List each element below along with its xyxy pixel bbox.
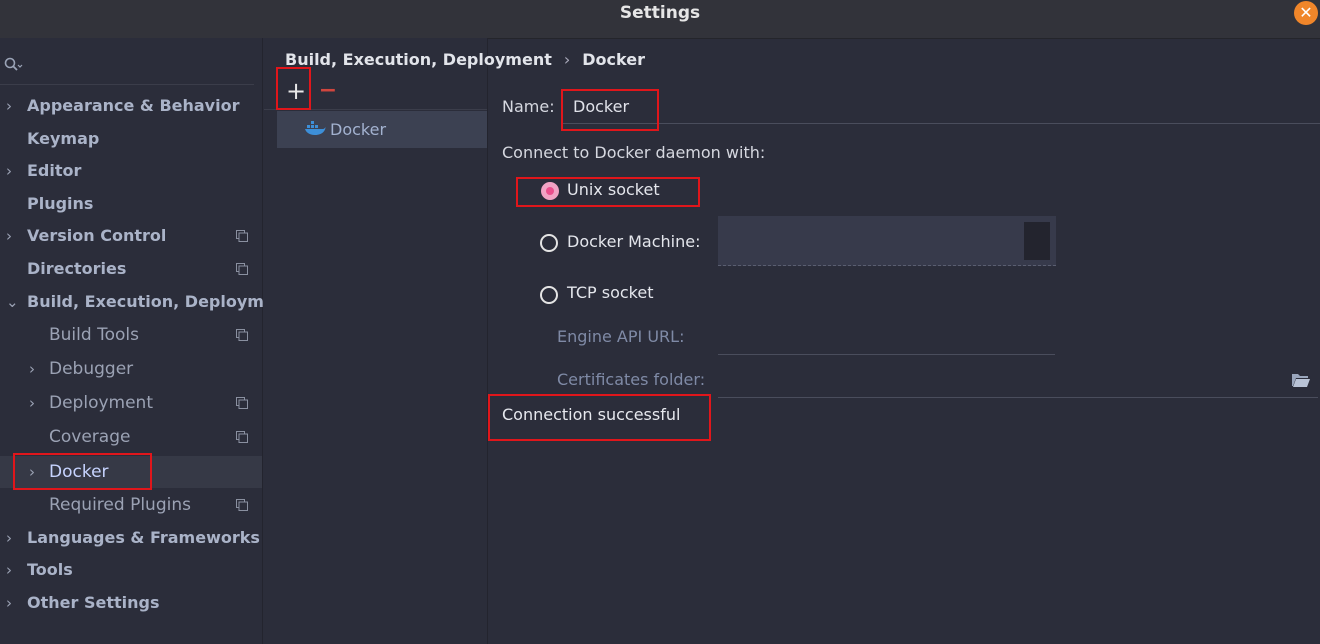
sidebar-item-build-tools[interactable]: Build Tools <box>0 320 262 350</box>
sidebar-item-label: Plugins <box>27 194 94 213</box>
breadcrumb-parent[interactable]: Build, Execution, Deployment <box>285 50 552 69</box>
sidebar-item-editor[interactable]: › Editor <box>0 156 262 186</box>
title-bar: Settings ✕ <box>0 0 1320 39</box>
tcp-socket-label[interactable]: TCP socket <box>567 283 653 302</box>
sidebar-item-label: Other Settings <box>27 593 160 612</box>
sidebar-item-other-settings[interactable]: › Other Settings <box>0 588 262 618</box>
sidebar-item-version-control[interactable]: › Version Control <box>0 221 262 251</box>
sidebar-item-build-execution-deployment[interactable]: ⌄ Build, Execution, Deployment <box>0 287 294 317</box>
sidebar-item-coverage[interactable]: Coverage <box>0 422 262 452</box>
certificates-folder-input[interactable] <box>718 365 1318 398</box>
highlight-box-status <box>488 394 711 441</box>
close-button[interactable]: ✕ <box>1294 1 1318 25</box>
tcp-socket-radio[interactable] <box>540 286 558 304</box>
highlight-box-docker <box>13 453 152 490</box>
engine-api-url-label: Engine API URL: <box>557 327 685 346</box>
project-settings-icon <box>236 431 248 443</box>
sidebar-item-label: Deployment <box>49 393 153 413</box>
sidebar-item-label: Version Control <box>27 226 167 245</box>
sidebar-item-deployment[interactable]: › Deployment <box>0 388 262 418</box>
sidebar-item-keymap[interactable]: Keymap <box>0 124 262 154</box>
window-title: Settings <box>619 3 701 23</box>
docker-machine-label[interactable]: Docker Machine: <box>567 232 700 251</box>
highlight-box-unix-socket <box>516 177 700 207</box>
breadcrumb: Build, Execution, Deployment › Docker <box>285 48 645 72</box>
highlight-box-name <box>561 89 659 131</box>
breadcrumb-separator: › <box>563 50 571 69</box>
chevron-right-icon: › <box>6 162 12 180</box>
settings-sidebar: › Appearance & Behavior Keymap › Editor … <box>0 38 294 644</box>
sidebar-item-tools[interactable]: › Tools <box>0 555 262 585</box>
chevron-right-icon: › <box>6 227 12 245</box>
project-settings-icon <box>236 499 248 511</box>
sidebar-item-label: Editor <box>27 161 82 180</box>
chevron-right-icon: › <box>6 97 12 115</box>
docker-machine-dropdown-button[interactable] <box>1024 222 1050 260</box>
sidebar-item-label: Keymap <box>27 129 100 148</box>
folder-icon[interactable] <box>1291 372 1311 388</box>
sidebar-item-label: Build, Execution, Deployment <box>27 292 294 311</box>
sidebar-item-required-plugins[interactable]: Required Plugins <box>0 490 262 520</box>
certificates-folder-label: Certificates folder: <box>557 370 706 389</box>
chevron-down-icon: ⌄ <box>6 293 19 311</box>
project-settings-icon <box>236 329 248 341</box>
close-icon: ✕ <box>1299 3 1313 22</box>
sidebar-item-label: Required Plugins <box>49 495 191 515</box>
server-list-item-label: Docker <box>330 120 387 139</box>
search-field[interactable] <box>0 48 254 85</box>
search-icon <box>4 57 23 71</box>
sidebar-item-label: Debugger <box>49 359 134 379</box>
chevron-right-icon: › <box>6 594 12 612</box>
project-settings-icon <box>236 397 248 409</box>
sidebar-item-label: Directories <box>27 259 127 278</box>
docker-icon <box>305 121 326 135</box>
sidebar-item-plugins[interactable]: Plugins <box>0 189 262 219</box>
chevron-right-icon: › <box>6 529 12 547</box>
highlight-box-add <box>276 67 311 110</box>
sidebar-item-debugger[interactable]: › Debugger <box>0 354 262 384</box>
sidebar-item-directories[interactable]: Directories <box>0 254 262 284</box>
chevron-right-icon: › <box>6 561 12 579</box>
sidebar-item-label: Appearance & Behavior <box>27 96 240 115</box>
sidebar-item-label: Languages & Frameworks <box>27 528 260 547</box>
sidebar-item-label: Tools <box>27 560 73 579</box>
sidebar-item-label: Coverage <box>49 427 131 447</box>
breadcrumb-current: Docker <box>582 50 645 69</box>
server-list-item[interactable]: Docker <box>277 111 487 148</box>
docker-machine-select[interactable] <box>718 216 1056 266</box>
name-label: Name: <box>502 97 555 116</box>
chevron-right-icon: › <box>29 360 35 378</box>
engine-api-url-input[interactable] <box>718 322 1055 355</box>
sidebar-item-languages-frameworks[interactable]: › Languages & Frameworks <box>0 523 262 553</box>
sidebar-item-label: Build Tools <box>49 325 139 345</box>
remove-server-button[interactable]: − <box>316 78 340 104</box>
docker-machine-radio[interactable] <box>540 234 558 252</box>
project-settings-icon <box>236 263 248 275</box>
sidebar-item-appearance[interactable]: › Appearance & Behavior <box>0 91 262 121</box>
chevron-right-icon: › <box>29 394 35 412</box>
project-settings-icon <box>236 230 248 242</box>
connect-label: Connect to Docker daemon with: <box>502 143 766 162</box>
name-input[interactable]: Docker <box>563 92 1320 124</box>
